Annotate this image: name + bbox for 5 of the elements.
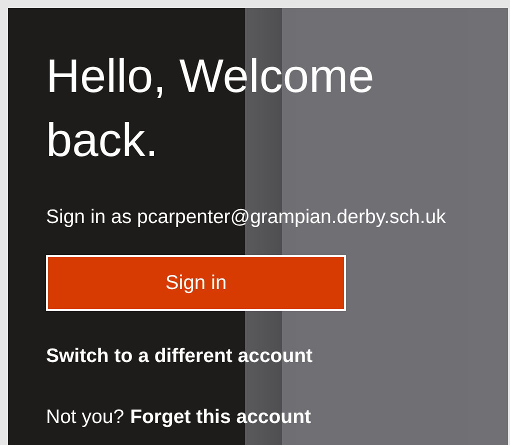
forget-account-link[interactable]: Forget this account — [130, 406, 311, 429]
forget-prompt: Not you? — [46, 406, 124, 429]
welcome-heading: Hello, Welcome back. — [46, 48, 376, 168]
switch-account-link[interactable]: Switch to a different account — [46, 345, 313, 368]
sign-in-button[interactable]: Sign in — [46, 255, 346, 311]
